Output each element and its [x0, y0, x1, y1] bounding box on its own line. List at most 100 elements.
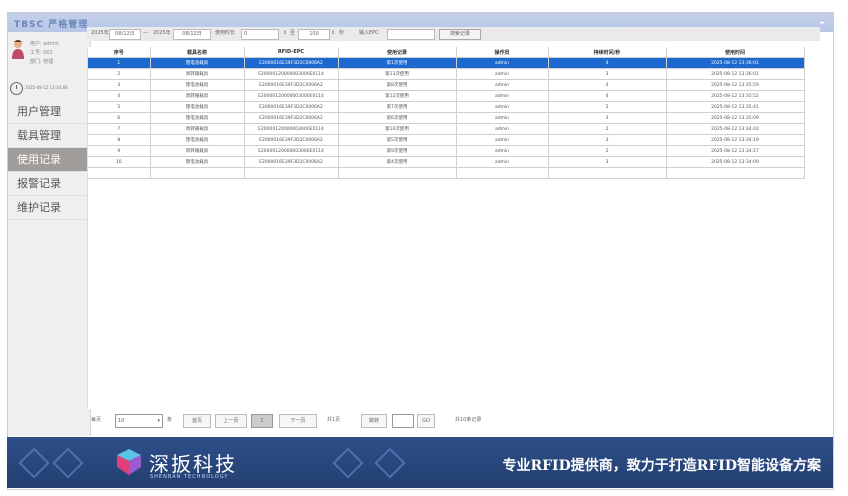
jump-page-input[interactable]	[392, 414, 414, 428]
cell-rfid-epc: E2000016E39F3D2C0006A2	[244, 101, 339, 113]
cell-duration: 4	[548, 90, 667, 102]
duration-max-spinner-icon[interactable]: ⇕	[331, 29, 335, 38]
cell-carrier-name: 周转箱载具	[150, 145, 245, 157]
cell-usage-record: 第7次使用	[338, 101, 457, 113]
menu-item-usage-records[interactable]: 使用记录	[8, 148, 90, 172]
total-pages: 共1页	[327, 417, 341, 423]
cell-usage-time: 2025-08-12 13:35:59	[666, 79, 805, 91]
cell-usage-record: 第1次使用	[338, 57, 457, 69]
cell-operator: admin	[456, 101, 549, 113]
cell-usage-time: 2025-08-12 13:34:42	[666, 123, 805, 135]
col-header-usage-record[interactable]: 使用记录	[338, 47, 457, 58]
duration-min-spinner-icon[interactable]: ⇕	[283, 29, 287, 38]
cell-usage-record: 第5次使用	[338, 134, 457, 146]
company-slogan: 专业RFID提供商，致力于打造RFID智能设备方案	[502, 458, 821, 474]
table-row[interactable]: 1 锂电池载具 E2000016E39F3D2C0006A2 第1次使用 admin 4 2…	[88, 57, 805, 69]
window-title: TBSC 严格管理	[14, 20, 89, 30]
menu-item-alarm-records[interactable]: 报警记录	[8, 172, 90, 196]
cell-carrier-name: 锂电池载具	[150, 134, 245, 146]
prev-page-button[interactable]: 上一页	[215, 414, 247, 428]
cell-carrier-name: 锂电池载具	[150, 101, 245, 113]
decor-diamond	[18, 447, 50, 479]
menu-item-user-management[interactable]: 用户管理	[8, 100, 90, 124]
cell-index: 5	[88, 101, 151, 113]
cell-carrier-name: 锂电池载具	[150, 112, 245, 124]
end-date-picker[interactable]: 08/12日	[173, 29, 211, 40]
cell-usage-time: 2025-08-12 13:35:41	[666, 101, 805, 113]
cell-rfid-epc: E20000120000003000E0114	[244, 145, 339, 157]
table-row[interactable]: 10 锂电池载具 E2000016E39F3D2C0006A2 第4次使用 admin 3…	[88, 156, 805, 168]
table-row[interactable]: 9 周转箱载具 E20000120000003000E0114 第9次使用 admin 2…	[88, 145, 805, 157]
records-table: 序号 载具名称 RFID-EPC 使用记录 操作员 持续时间/秒 使用时间 1锂…	[88, 47, 805, 179]
first-page-button[interactable]: 首页	[183, 414, 211, 428]
cell-index: 3	[88, 79, 151, 91]
cell-operator: admin	[456, 123, 549, 135]
cell-carrier-name: 周转箱载具	[150, 123, 245, 135]
cell-duration: 3	[548, 112, 667, 124]
epc-input[interactable]	[387, 29, 435, 40]
cell-usage-time: 2025-08-12 13:36:01	[666, 57, 805, 69]
cell-usage-record: 第6次使用	[338, 112, 457, 124]
seconds-unit: 秒	[339, 30, 345, 36]
cell-duration: 4	[548, 57, 667, 69]
end-year[interactable]: 2025年	[153, 29, 171, 38]
brand-name: 深扳科技	[149, 452, 237, 476]
table-row[interactable]: 6 锂电池载具 E2000016E39F3D2C0006A2 第6次使用 admin 3 2…	[88, 112, 805, 124]
cell-usage-time: 2025-08-12 13:34:17	[666, 145, 805, 157]
cell-duration: 2	[548, 145, 667, 157]
table-row[interactable]: 8 锂电池载具 E2000016E39F3D2C0006A2 第5次使用 admin 3 2…	[88, 134, 805, 146]
table-row[interactable]: 3 锂电池载具 E2000016E39F3D2C0006A2 第8次使用 admin 4 2…	[88, 79, 805, 91]
cell-duration: 4	[548, 79, 667, 91]
per-page-value: 10	[118, 418, 125, 424]
cell-duration: 3	[548, 68, 667, 80]
menu-item-carrier-management[interactable]: 载具管理	[8, 124, 90, 148]
search-records-button[interactable]: 搜索记录	[439, 29, 481, 40]
start-year[interactable]: 2025年	[91, 29, 109, 38]
cell-usage-time: 2025-08-12 13:36:01	[666, 68, 805, 80]
menu-item-maintenance-records[interactable]: 维护记录	[8, 196, 90, 220]
cell-operator: admin	[456, 134, 549, 146]
col-header-index[interactable]: 序号	[88, 47, 151, 58]
filter-toolbar: 2025年 08/12日 — 2025年 08/12日 使用时长 0 ⇕ 至 1…	[87, 27, 820, 41]
table-row[interactable]: 2 周转箱载具 E20000120000003000E0114 第13次使用 admin…	[88, 68, 805, 80]
cell-empty	[244, 167, 339, 179]
per-page-select[interactable]: 10 ▾	[115, 414, 163, 428]
cell-operator: admin	[456, 68, 549, 80]
col-header-carrier-name[interactable]: 载具名称	[150, 47, 245, 58]
col-header-duration[interactable]: 持续时间/秒	[548, 47, 667, 58]
col-header-operator[interactable]: 操作员	[456, 47, 549, 58]
to-label: 至	[290, 30, 296, 36]
next-page-button[interactable]: 下一页	[279, 414, 317, 428]
user-dept: 部门: 管理	[30, 59, 54, 65]
table-row[interactable]: 5 锂电池载具 E2000016E39F3D2C0006A2 第7次使用 admin 5 2…	[88, 101, 805, 113]
cell-usage-record: 第12次使用	[338, 90, 457, 102]
main-menu: 用户管理 载具管理 使用记录 报警记录 维护记录	[8, 100, 90, 220]
go-button[interactable]: GO	[417, 414, 435, 428]
cell-rfid-epc: E20000120000003000E0114	[244, 123, 339, 135]
cell-duration: 2	[548, 123, 667, 135]
current-page-button[interactable]: 1	[251, 414, 273, 428]
cell-usage-time: 2025-08-12 13:34:09	[666, 156, 805, 168]
cell-operator: admin	[456, 79, 549, 91]
col-header-usage-time[interactable]: 使用时间	[666, 47, 805, 58]
duration-min-input[interactable]: 0	[241, 29, 279, 40]
decor-diamond	[52, 447, 84, 479]
cell-carrier-name: 周转箱载具	[150, 68, 245, 80]
cell-operator: admin	[456, 112, 549, 124]
cell-rfid-epc: E2000016E39F3D2C0006A2	[244, 57, 339, 69]
duration-max-input[interactable]: 100	[298, 29, 330, 40]
cell-index: 4	[88, 90, 151, 102]
cell-rfid-epc: E20000120000003000E0114	[244, 90, 339, 102]
jump-button[interactable]: 跳转	[361, 414, 387, 428]
clock-icon	[10, 82, 23, 95]
decor-diamond	[332, 447, 364, 479]
cell-carrier-name: 锂电池载具	[150, 79, 245, 91]
start-date-picker[interactable]: 08/12日	[109, 29, 141, 40]
col-header-rfid-epc[interactable]: RFID-EPC	[244, 47, 339, 58]
table-row[interactable]: 7 周转箱载具 E20000120000003000E0114 第10次使用 admin…	[88, 123, 805, 135]
decor-diamond	[374, 447, 406, 479]
cell-empty	[338, 167, 457, 179]
cell-usage-record: 第10次使用	[338, 123, 457, 135]
cell-usage-time: 2025-08-12 13:35:09	[666, 112, 805, 124]
table-row[interactable]: 4 周转箱载具 E20000120000003000E0114 第12次使用 admin…	[88, 90, 805, 102]
